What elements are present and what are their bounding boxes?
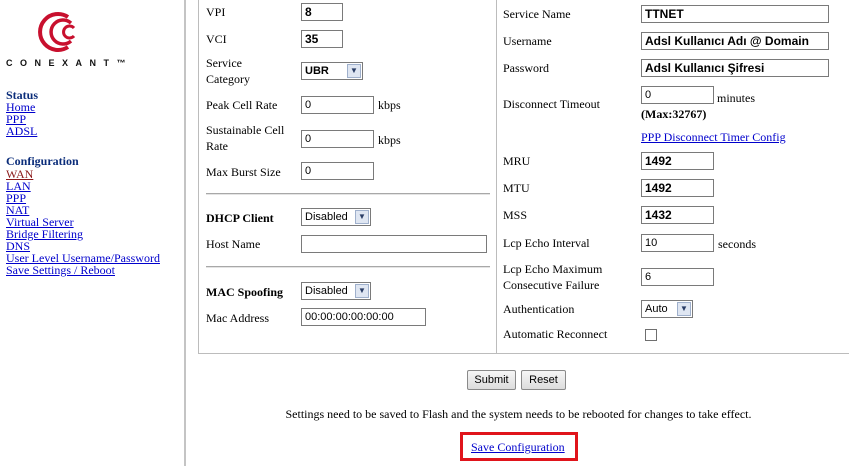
max-burst-size-label: Max Burst Size: [206, 165, 281, 179]
ppp-disconnect-timer-config-link[interactable]: PPP Disconnect Timer Config: [641, 130, 786, 145]
lcp-max-failure-label-1: Lcp Echo Maximum: [503, 262, 603, 276]
save-configuration-highlight: Save Configuration: [460, 432, 578, 461]
service-name-label: Service Name: [503, 7, 571, 21]
mru-input[interactable]: 1492: [641, 152, 714, 170]
seconds-unit: seconds: [718, 237, 756, 251]
username-input[interactable]: Adsl Kullanıcı Adı @ Domain: [641, 32, 829, 50]
chevron-down-icon: ▼: [355, 284, 369, 298]
mac-spoofing-label: MAC Spoofing: [206, 285, 284, 299]
sustainable-cell-rate-input[interactable]: 0: [301, 130, 374, 148]
vpi-label: VPI: [206, 5, 226, 19]
nav-link-save-settings[interactable]: Save Settings / Reboot: [6, 264, 115, 276]
username-label: Username: [503, 34, 552, 48]
dhcp-client-label: DHCP Client: [206, 211, 274, 225]
host-name-input[interactable]: [301, 235, 487, 253]
peak-cell-rate-input[interactable]: 0: [301, 96, 374, 114]
sidebar: CONEXANT™ Status Home PPP ADSL Configura…: [0, 0, 186, 466]
automatic-reconnect-checkbox[interactable]: [645, 329, 657, 341]
sustainable-cell-rate-label-2: Rate: [206, 139, 228, 153]
dhcp-client-select[interactable]: Disabled ▼: [301, 208, 371, 226]
lcp-max-failure-input[interactable]: 6: [641, 268, 714, 286]
divider: [206, 193, 490, 195]
main-content: VPI 8 VCI 35 Service Category UBR ▼ Peak…: [188, 0, 849, 466]
brand-name: CONEXANT™: [6, 58, 134, 68]
save-configuration-link[interactable]: Save Configuration: [471, 440, 565, 455]
lcp-echo-interval-label: Lcp Echo Interval: [503, 236, 590, 250]
max-note: (Max:32767): [641, 107, 707, 121]
sustainable-cell-rate-label-1: Sustainable Cell: [206, 123, 285, 137]
authentication-value: Auto: [645, 303, 668, 315]
service-category-select[interactable]: UBR ▼: [301, 62, 363, 80]
authentication-select[interactable]: Auto ▼: [641, 300, 693, 318]
mru-label: MRU: [503, 154, 531, 168]
automatic-reconnect-label: Automatic Reconnect: [503, 327, 608, 341]
conexant-logo-icon: [38, 12, 76, 52]
column-divider: [496, 0, 497, 353]
reset-button[interactable]: Reset: [521, 370, 566, 390]
disconnect-timeout-input[interactable]: 0: [641, 86, 714, 104]
authentication-label: Authentication: [503, 302, 575, 316]
service-category-label-1: Service: [206, 56, 242, 70]
mac-address-input[interactable]: 00:00:00:00:00:00: [301, 308, 426, 326]
lcp-echo-interval-input[interactable]: 10: [641, 234, 714, 252]
peak-cell-rate-label: Peak Cell Rate: [206, 98, 278, 112]
mss-label: MSS: [503, 208, 528, 222]
peak-unit: kbps: [378, 98, 401, 112]
vci-label: VCI: [206, 32, 227, 46]
dhcp-client-value: Disabled: [305, 211, 348, 223]
mtu-label: MTU: [503, 181, 530, 195]
mac-address-label: Mac Address: [206, 311, 269, 325]
sustainable-unit: kbps: [378, 133, 401, 147]
submit-button[interactable]: Submit: [467, 370, 516, 390]
vci-input[interactable]: 35: [301, 30, 343, 48]
chevron-down-icon: ▼: [677, 302, 691, 316]
password-input[interactable]: Adsl Kullanıcı Şifresi: [641, 59, 829, 77]
host-name-label: Host Name: [206, 237, 261, 251]
minutes-unit: minutes: [717, 91, 755, 105]
service-name-input[interactable]: TTNET: [641, 5, 829, 23]
chevron-down-icon: ▼: [355, 210, 369, 224]
chevron-down-icon: ▼: [347, 64, 361, 78]
mtu-input[interactable]: 1492: [641, 179, 714, 197]
service-category-value: UBR: [305, 65, 329, 77]
vpi-input[interactable]: 8: [301, 3, 343, 21]
wan-settings-panel: VPI 8 VCI 35 Service Category UBR ▼ Peak…: [198, 0, 849, 354]
service-category-label-2: Category: [206, 72, 250, 86]
mac-spoofing-select[interactable]: Disabled ▼: [301, 282, 371, 300]
lcp-max-failure-label-2: Consecutive Failure: [503, 278, 600, 292]
save-note: Settings need to be saved to Flash and t…: [285, 407, 752, 421]
password-label: Password: [503, 61, 550, 75]
mac-spoofing-value: Disabled: [305, 285, 348, 297]
max-burst-size-input[interactable]: 0: [301, 162, 374, 180]
nav-link-adsl[interactable]: ADSL: [6, 125, 37, 137]
mss-input[interactable]: 1432: [641, 206, 714, 224]
disconnect-timeout-label: Disconnect Timeout: [503, 97, 601, 111]
divider: [206, 266, 490, 268]
